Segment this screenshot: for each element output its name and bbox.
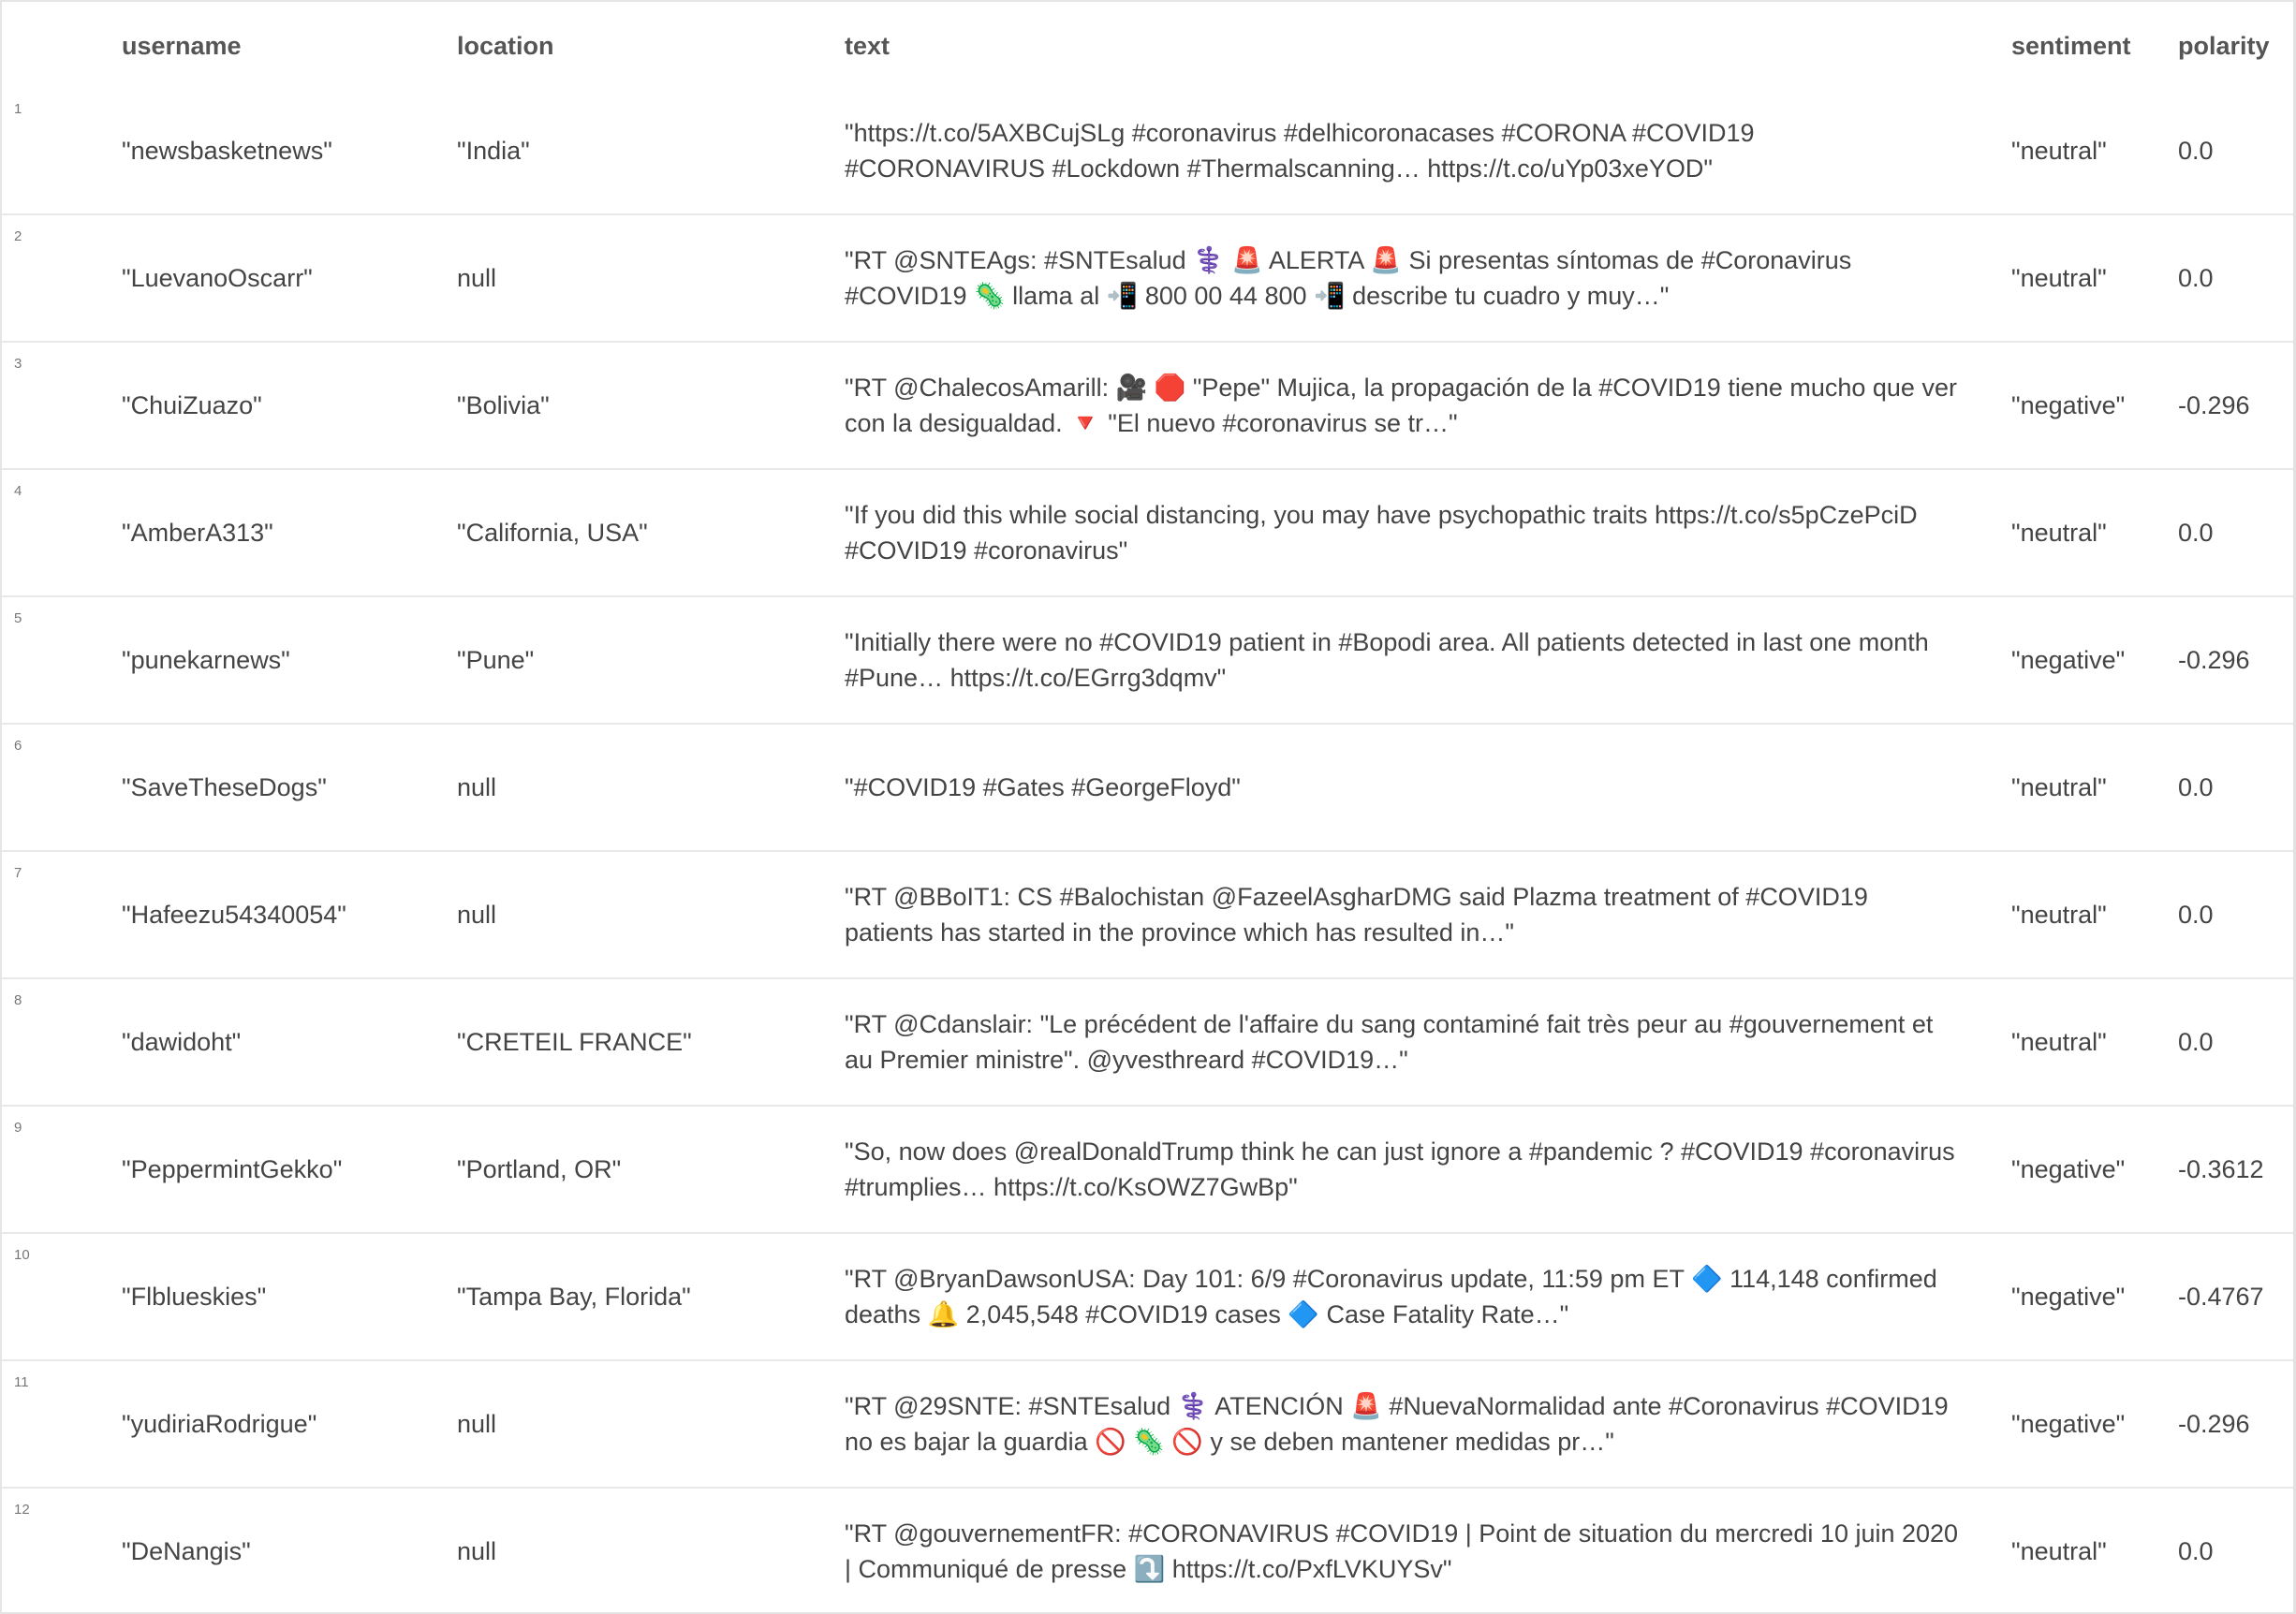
row-number: 7 (14, 865, 22, 881)
cell-polarity[interactable]: 0.0 (2178, 1489, 2290, 1612)
table-row[interactable]: 5 "punekarnews" "Pune" "Initially there wer… (2, 597, 2293, 725)
table-row[interactable]: 11 "yudiriaRodrigue" null "RT @29SNTE: #SNT… (2, 1361, 2293, 1489)
cell-text[interactable]: "RT @gouvernementFR: #CORONAVIRUS #COVID… (845, 1489, 1959, 1612)
cell-location[interactable]: null (457, 1361, 832, 1487)
cell-text[interactable]: "RT @SNTEAgs: #SNTEsalud ⚕️ 🚨 ALERTA 🚨 S… (845, 215, 1959, 341)
row-number: 4 (14, 483, 22, 499)
cell-username[interactable]: "DeNangis" (122, 1489, 440, 1612)
table-row[interactable]: 3 "ChuiZuazo" "Bolivia" "RT @ChalecosAmaril… (2, 343, 2293, 470)
row-number: 2 (14, 228, 22, 244)
cell-sentiment[interactable]: "neutral" (2011, 88, 2161, 213)
cell-username[interactable]: "AmberA313" (122, 470, 440, 595)
cell-username[interactable]: "SaveTheseDogs" (122, 725, 440, 850)
row-number: 8 (14, 992, 22, 1008)
table-row[interactable]: 7 "Hafeezu54340054" null "RT @BBoIT1: CS #B… (2, 852, 2293, 979)
cell-sentiment[interactable]: "negative" (2011, 343, 2161, 468)
cell-location[interactable]: "Bolivia" (457, 343, 832, 468)
cell-location[interactable]: null (457, 215, 832, 341)
cell-sentiment[interactable]: "neutral" (2011, 979, 2161, 1105)
table-row[interactable]: 4 "AmberA313" "California, USA" "If you did… (2, 470, 2293, 597)
cell-location[interactable]: "CRETEIL FRANCE" (457, 979, 832, 1105)
column-header-location[interactable]: location (457, 2, 832, 88)
table-row[interactable]: 10 "Flblueskies" "Tampa Bay, Florida" "RT @… (2, 1234, 2293, 1361)
cell-text[interactable]: "RT @29SNTE: #SNTEsalud ⚕️ ATENCIÓN 🚨 #N… (845, 1361, 1959, 1487)
cell-username[interactable]: "Flblueskies" (122, 1234, 440, 1359)
cell-polarity[interactable]: 0.0 (2178, 979, 2290, 1105)
column-header-text[interactable]: text (845, 2, 1959, 88)
cell-sentiment[interactable]: "neutral" (2011, 470, 2161, 595)
cell-location[interactable]: "California, USA" (457, 470, 832, 595)
cell-location[interactable]: null (457, 852, 832, 977)
cell-polarity[interactable]: -0.296 (2178, 597, 2290, 723)
cell-sentiment[interactable]: "negative" (2011, 1361, 2161, 1487)
table-row[interactable]: 2 "LuevanoOscarr" null "RT @SNTEAgs: #SNTEs… (2, 215, 2293, 343)
cell-text[interactable]: "https://t.co/5AXBCujSLg #coronavirus #d… (845, 88, 1959, 213)
cell-text[interactable]: "#COVID19 #Gates #GeorgeFloyd" (845, 725, 1959, 850)
table-row[interactable]: 1 "newsbasketnews" "India" "https://t.co/5A… (2, 88, 2293, 215)
data-table: username location text sentiment polarit… (0, 0, 2296, 1614)
cell-location[interactable]: "Portland, OR" (457, 1107, 832, 1232)
cell-polarity[interactable]: 0.0 (2178, 470, 2290, 595)
cell-username[interactable]: "yudiriaRodrigue" (122, 1361, 440, 1487)
row-number: 5 (14, 610, 22, 626)
column-header-username[interactable]: username (122, 2, 440, 88)
cell-location[interactable]: null (457, 1489, 832, 1612)
row-number: 12 (14, 1502, 30, 1518)
cell-username[interactable]: "punekarnews" (122, 597, 440, 723)
table-row[interactable]: 12 "DeNangis" null "RT @gouvernementFR: #CO… (2, 1489, 2293, 1612)
cell-text[interactable]: "If you did this while social distancing… (845, 470, 1959, 595)
cell-username[interactable]: "dawidoht" (122, 979, 440, 1105)
cell-location[interactable]: "Pune" (457, 597, 832, 723)
cell-text[interactable]: "RT @Cdanslair: "Le précédent de l'affai… (845, 979, 1959, 1105)
cell-location[interactable]: "Tampa Bay, Florida" (457, 1234, 832, 1359)
cell-username[interactable]: "ChuiZuazo" (122, 343, 440, 468)
row-number: 11 (14, 1374, 29, 1390)
column-header-polarity[interactable]: polarity (2178, 2, 2290, 88)
cell-polarity[interactable]: -0.3612 (2178, 1107, 2290, 1232)
cell-polarity[interactable]: -0.296 (2178, 343, 2290, 468)
cell-text[interactable]: "RT @BBoIT1: CS #Balochistan @FazeelAsgh… (845, 852, 1959, 977)
table-row[interactable]: 8 "dawidoht" "CRETEIL FRANCE" "RT @Cdanslai… (2, 979, 2293, 1107)
cell-text[interactable]: "So, now does @realDonaldTrump think he … (845, 1107, 1959, 1232)
cell-username[interactable]: "newsbasketnews" (122, 88, 440, 213)
cell-polarity[interactable]: -0.296 (2178, 1361, 2290, 1487)
table-row[interactable]: 6 "SaveTheseDogs" null "#COVID19 #Gates #Ge… (2, 725, 2293, 852)
column-header-sentiment[interactable]: sentiment (2011, 2, 2161, 88)
cell-polarity[interactable]: 0.0 (2178, 852, 2290, 977)
cell-username[interactable]: "PeppermintGekko" (122, 1107, 440, 1232)
table-row[interactable]: 9 "PeppermintGekko" "Portland, OR" "So, now… (2, 1107, 2293, 1234)
cell-polarity[interactable]: -0.4767 (2178, 1234, 2290, 1359)
row-number: 1 (14, 101, 22, 117)
cell-sentiment[interactable]: "negative" (2011, 1234, 2161, 1359)
cell-location[interactable]: null (457, 725, 832, 850)
cell-text[interactable]: "RT @BryanDawsonUSA: Day 101: 6/9 #Coron… (845, 1234, 1959, 1359)
cell-text[interactable]: "Initially there were no #COVID19 patien… (845, 597, 1959, 723)
cell-username[interactable]: "LuevanoOscarr" (122, 215, 440, 341)
cell-polarity[interactable]: 0.0 (2178, 725, 2290, 850)
cell-sentiment[interactable]: "neutral" (2011, 1489, 2161, 1612)
cell-username[interactable]: "Hafeezu54340054" (122, 852, 440, 977)
table-header: username location text sentiment polarit… (2, 2, 2293, 90)
row-number: 9 (14, 1120, 22, 1136)
row-number: 10 (14, 1247, 30, 1263)
cell-sentiment[interactable]: "negative" (2011, 597, 2161, 723)
cell-sentiment[interactable]: "neutral" (2011, 215, 2161, 341)
cell-polarity[interactable]: 0.0 (2178, 88, 2290, 213)
row-number: 6 (14, 738, 22, 754)
row-number: 3 (14, 356, 22, 372)
cell-sentiment[interactable]: "neutral" (2011, 725, 2161, 850)
cell-sentiment[interactable]: "neutral" (2011, 852, 2161, 977)
cell-location[interactable]: "India" (457, 88, 832, 213)
cell-text[interactable]: "RT @ChalecosAmarill: 🎥 🛑 "Pepe" Mujica,… (845, 343, 1959, 468)
cell-sentiment[interactable]: "negative" (2011, 1107, 2161, 1232)
cell-polarity[interactable]: 0.0 (2178, 215, 2290, 341)
